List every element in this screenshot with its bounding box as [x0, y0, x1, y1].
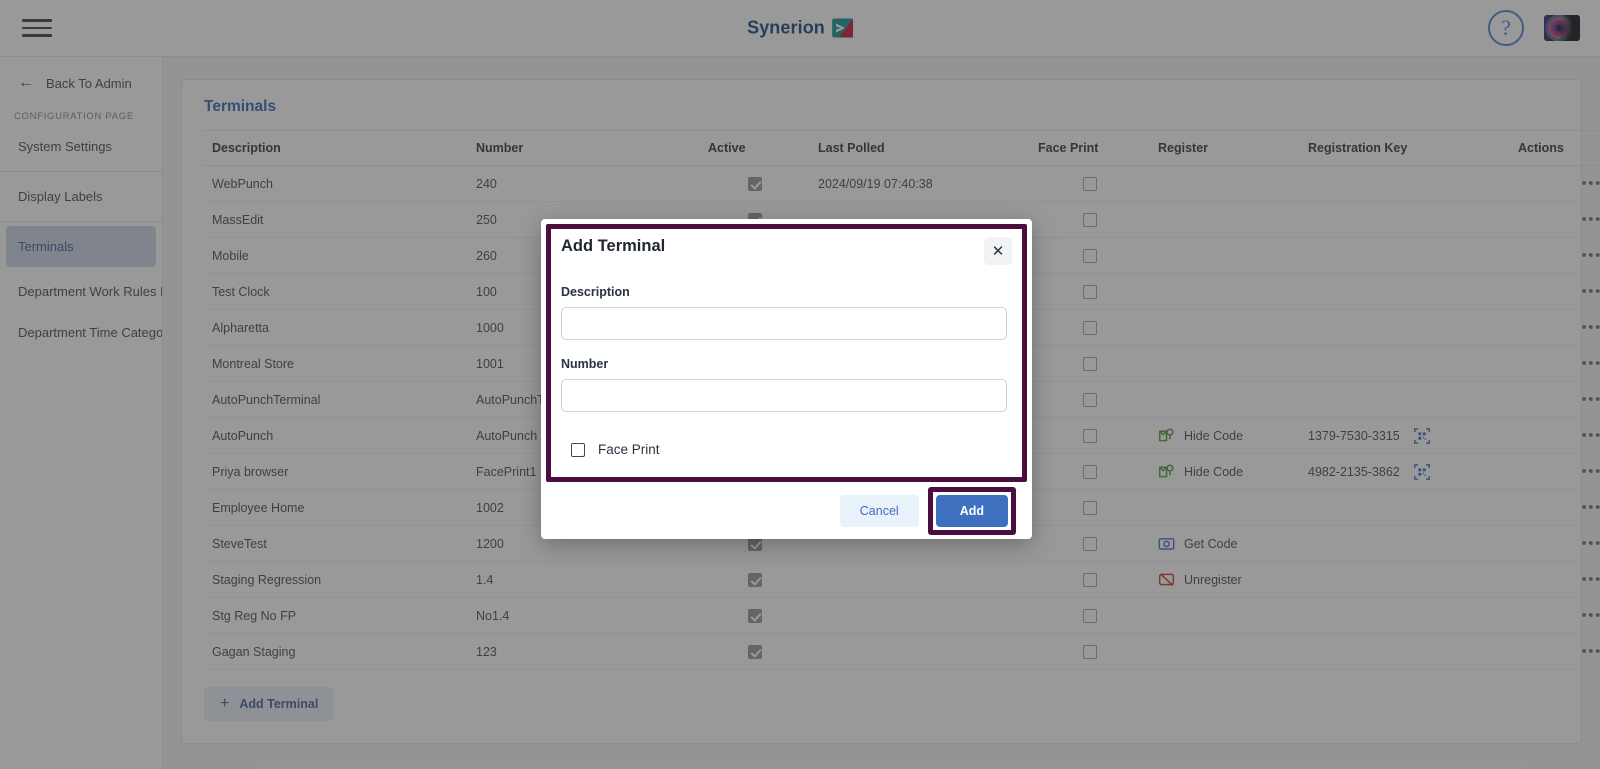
add-terminal-dialog: Add Terminal ✕ Description Number Face P… — [541, 219, 1032, 539]
dialog-header: Add Terminal ✕ — [541, 219, 1032, 265]
dialog-title: Add Terminal — [561, 237, 666, 255]
cancel-button[interactable]: Cancel — [839, 494, 919, 527]
field-spacer — [561, 340, 1012, 357]
dialog-body: Description Number Face Print — [541, 265, 1032, 457]
dialog-footer: Cancel Add — [541, 482, 1032, 539]
face-print-checkbox[interactable] — [571, 442, 585, 457]
description-label: Description — [561, 285, 630, 299]
number-label: Number — [561, 357, 609, 371]
number-input[interactable] — [561, 379, 1007, 412]
face-print-row: Face Print — [571, 442, 1012, 457]
description-input[interactable] — [561, 307, 1007, 340]
close-icon[interactable]: ✕ — [984, 237, 1012, 265]
face-print-label: Face Print — [598, 442, 660, 457]
add-button[interactable]: Add — [935, 494, 1008, 527]
add-button-highlight-ring: Add — [927, 486, 1016, 535]
